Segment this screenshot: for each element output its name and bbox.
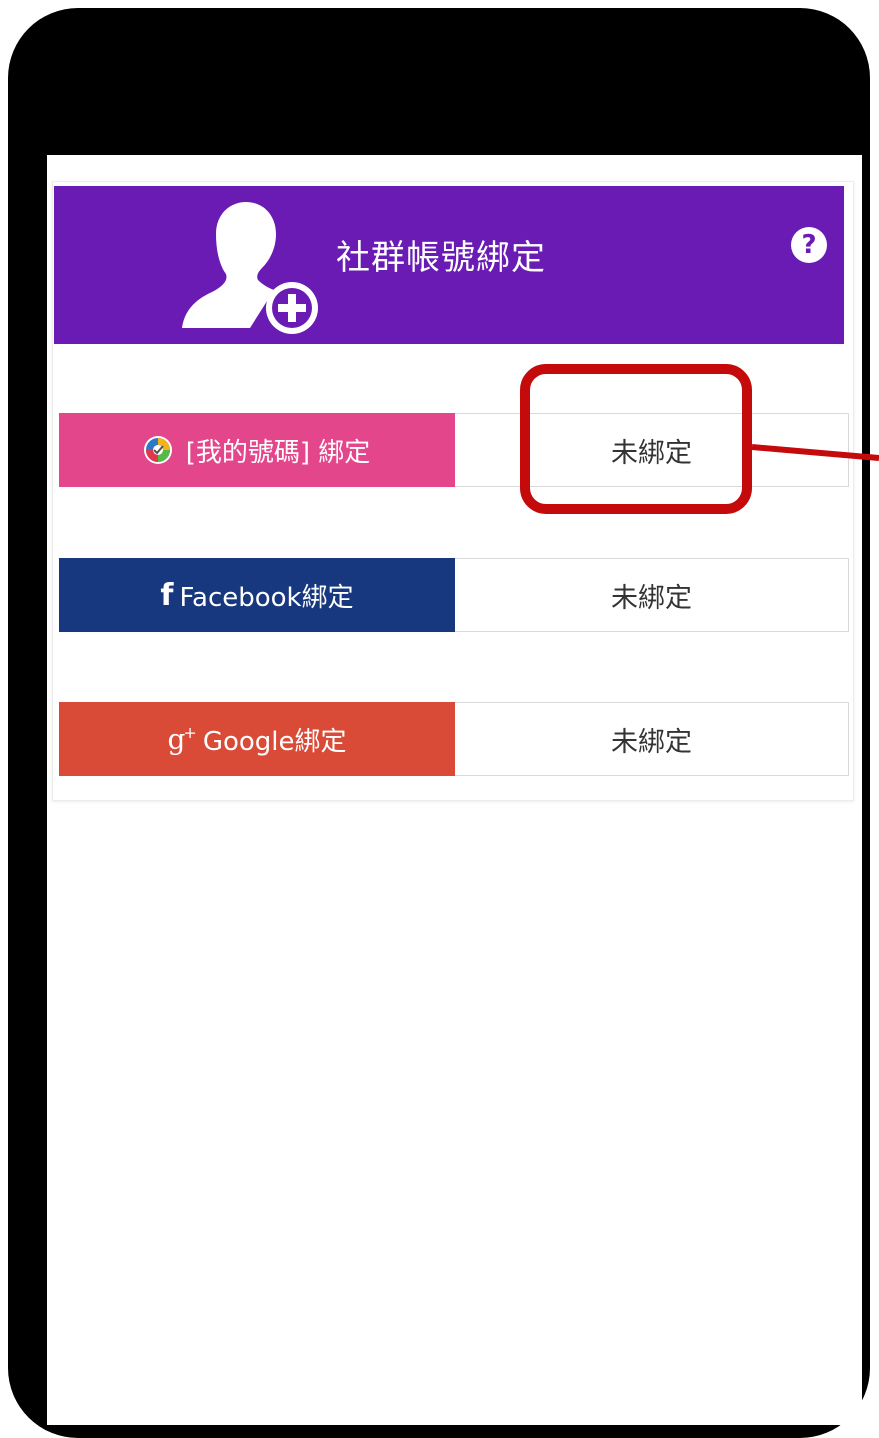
facebook-bind-status[interactable]: 未綁定 <box>455 559 848 631</box>
mycode-bind-label: [我的號碼] 綁定 <box>185 437 371 468</box>
mycode-icon <box>143 436 172 464</box>
header-banner: 社群帳號綁定 ? <box>54 186 844 344</box>
add-person-icon <box>182 202 318 334</box>
facebook-bind-button[interactable]: f Facebook綁定 <box>59 558 455 632</box>
mycode-bind-button[interactable]: [我的號碼] 綁定 <box>59 413 455 487</box>
facebook-bind-label: Facebook綁定 <box>179 582 354 613</box>
page-title: 社群帳號綁定 <box>336 238 546 278</box>
screen: 社群帳號綁定 ? [我的號碼] 綁定 未綁定 f Facebook綁定 未綁定 … <box>47 155 862 1425</box>
google-bind-label: Google綁定 <box>202 726 347 757</box>
google-bind-button[interactable]: g+ Google綁定 <box>59 702 455 776</box>
google-plus-icon-plus: + <box>183 723 197 743</box>
google-bind-status[interactable]: 未綁定 <box>455 703 848 775</box>
binding-row-facebook: f Facebook綁定 未綁定 <box>59 558 849 632</box>
binding-row-google: g+ Google綁定 未綁定 <box>59 702 849 776</box>
question-circle-icon[interactable]: ? <box>791 227 827 263</box>
google-plus-icon: g+ <box>167 723 196 756</box>
facebook-icon: f <box>160 577 174 613</box>
annotation-highlight-box <box>520 364 752 514</box>
